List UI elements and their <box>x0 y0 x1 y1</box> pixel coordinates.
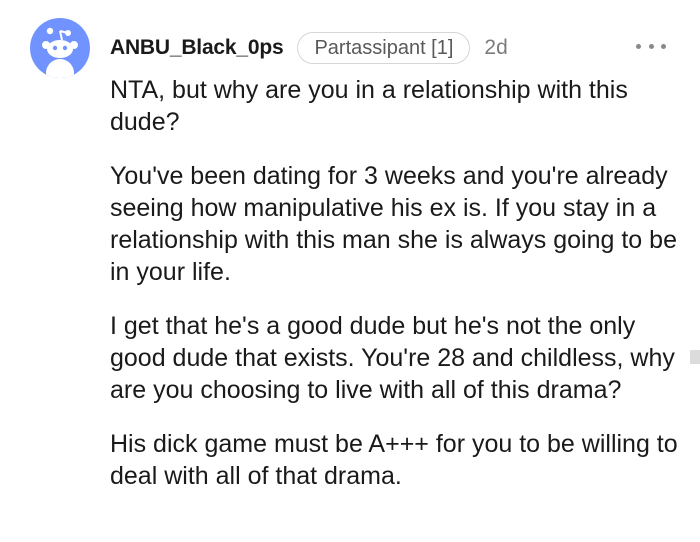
comment-body: NTA, but why are you in a relationship w… <box>110 74 678 514</box>
comment-header: ANBU_Black_0ps Partassipant [1] 2d <box>110 30 508 66</box>
more-dot <box>648 43 654 49</box>
user-flair: Partassipant [1] <box>297 32 471 64</box>
more-options-icon[interactable] <box>636 38 666 54</box>
snoo-avatar-icon <box>42 27 78 78</box>
comment: ANBU_Black_0ps Partassipant [1] 2d NTA, … <box>0 0 700 542</box>
more-dot <box>661 43 666 49</box>
more-dot <box>636 43 641 49</box>
avatar[interactable] <box>30 18 90 78</box>
comment-age: 2d <box>484 36 508 59</box>
scrollbar-thumb[interactable] <box>690 350 700 364</box>
comment-paragraph: His dick game must be A+++ for you to be… <box>110 430 678 490</box>
username[interactable]: ANBU_Black_0ps <box>110 36 284 60</box>
comment-paragraph: I get that he's a good dude but he's not… <box>110 312 675 404</box>
comment-paragraph: NTA, but why are you in a relationship w… <box>110 76 628 136</box>
comment-paragraph: You've been dating for 3 weeks and you'r… <box>110 162 677 286</box>
